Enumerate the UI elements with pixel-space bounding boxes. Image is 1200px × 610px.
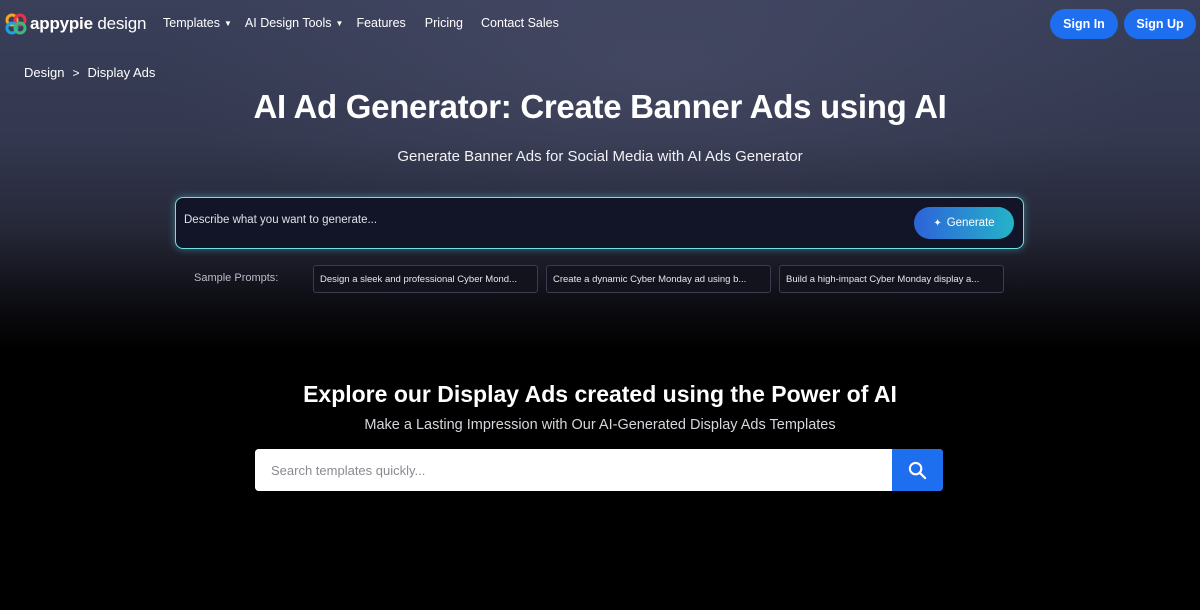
breadcrumb-link-design[interactable]: Design [24, 65, 64, 80]
sample-prompts-label: Sample Prompts: [194, 272, 279, 284]
generate-button[interactable]: ✦ Generate [914, 207, 1014, 239]
sample-prompt-chip[interactable]: Design a sleek and professional Cyber Mo… [313, 265, 538, 293]
sample-prompt-chip[interactable]: Build a high-impact Cyber Monday display… [779, 265, 1004, 293]
nav-links: Templates ▼ AI Design Tools ▼ Features Pri… [163, 16, 559, 30]
search-input[interactable] [255, 449, 892, 491]
page-title: AI Ad Generator: Create Banner Ads using… [253, 88, 947, 125]
brand-name: appypie design [30, 14, 147, 33]
search-icon [908, 461, 927, 479]
explore-title: Explore our Display Ads created using th… [303, 381, 897, 407]
explore-subtitle: Make a Lasting Impression with Our AI-Ge… [364, 417, 836, 433]
nav-item-contact-sales[interactable]: Contact Sales [481, 16, 559, 30]
search-button[interactable] [892, 449, 943, 491]
nav-item-pricing[interactable]: Pricing [425, 16, 463, 30]
chevron-right-icon: > [72, 65, 80, 80]
caret-down-icon: ▼ [335, 18, 344, 28]
sparkle-icon: ✦ [933, 217, 942, 229]
appypie-logo-icon [5, 13, 27, 35]
prompt-box: ✦ Generate [175, 197, 1024, 249]
nav-item-features[interactable]: Features [356, 16, 405, 30]
page-subtitle: Generate Banner Ads for Social Media wit… [397, 148, 803, 165]
template-search-bar [255, 449, 943, 491]
breadcrumb: Design > Display Ads [24, 65, 155, 80]
brand-logo[interactable]: appypie design [5, 12, 146, 36]
sign-in-button[interactable]: Sign In [1050, 9, 1118, 39]
sample-prompt-chip[interactable]: Create a dynamic Cyber Monday ad using b… [546, 265, 771, 293]
nav-item-ai-design-tools[interactable]: AI Design Tools ▼ [245, 16, 344, 30]
sign-up-button[interactable]: Sign Up [1124, 9, 1196, 39]
breadcrumb-current: Display Ads [87, 65, 156, 80]
top-navbar: appypie design Templates ▼ AI Design Tool… [0, 0, 1200, 48]
nav-item-templates[interactable]: Templates ▼ [163, 16, 232, 30]
hero-background [0, 0, 1200, 350]
prompt-input[interactable] [184, 212, 884, 228]
caret-down-icon: ▼ [223, 18, 232, 28]
